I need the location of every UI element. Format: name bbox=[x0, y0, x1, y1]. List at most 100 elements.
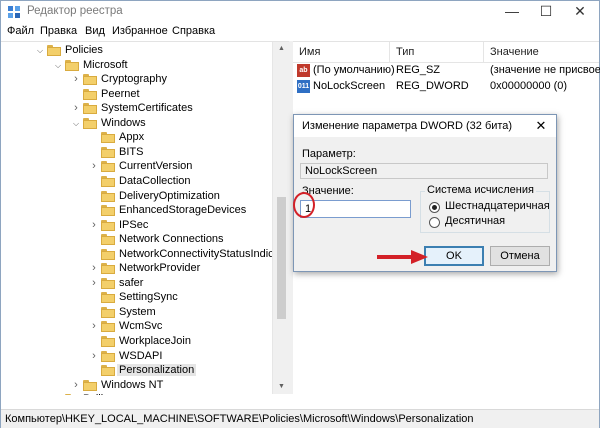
tree-node[interactable]: › Cryptography bbox=[1, 72, 289, 87]
collapse-chevron-icon[interactable]: ⌵ bbox=[53, 58, 63, 73]
dialog-title-bar[interactable]: Изменение параметра DWORD (32 бита) ✕ bbox=[294, 115, 556, 137]
tree-node[interactable]: Peernet bbox=[1, 87, 289, 102]
scroll-up-icon[interactable]: ▲ bbox=[273, 42, 290, 56]
value-input[interactable]: 1 bbox=[300, 200, 411, 218]
tree-node[interactable]: DeliveryOptimization bbox=[1, 189, 289, 204]
tree-node[interactable]: › safer bbox=[1, 276, 289, 291]
tree-node-label: Appx bbox=[119, 131, 145, 144]
folder-icon bbox=[101, 146, 115, 158]
menu-favorites[interactable]: Избранное bbox=[112, 25, 168, 37]
minimize-button[interactable]: — bbox=[497, 1, 527, 23]
tree-node[interactable]: › Psilic bbox=[1, 392, 289, 395]
tree-node[interactable]: ⌵ Windows bbox=[1, 116, 289, 131]
tree-node[interactable]: ⌵ Policies bbox=[1, 43, 289, 58]
tree-node[interactable]: NetworkConnectivityStatusIndicator bbox=[1, 247, 289, 262]
window-title: Редактор реестра bbox=[27, 5, 123, 17]
tree-node[interactable]: Personalization bbox=[1, 363, 289, 378]
registry-tree[interactable]: ⌵ Policies ⌵ Microsoft › Cryptography Peernet ›… bbox=[1, 41, 289, 395]
tree-node-label: Microsoft bbox=[83, 58, 128, 71]
tree-node[interactable]: EnhancedStorageDevices bbox=[1, 203, 289, 218]
folder-icon bbox=[83, 74, 97, 86]
list-header: Имя Тип Значение bbox=[293, 42, 599, 63]
tree-node[interactable]: › WSDAPI bbox=[1, 349, 289, 364]
scroll-thumb[interactable] bbox=[277, 197, 286, 319]
collapse-chevron-icon[interactable]: ⌵ bbox=[71, 116, 81, 131]
menu-edit[interactable]: Правка bbox=[40, 25, 77, 37]
column-divider[interactable] bbox=[483, 42, 484, 62]
folder-icon bbox=[101, 132, 115, 144]
status-bar: Компьютер\HKEY_LOCAL_MACHINE\SOFTWARE\Po… bbox=[1, 409, 599, 428]
tree-node[interactable]: ⌵ Microsoft bbox=[1, 58, 289, 73]
value-data: 0x00000000 (0) bbox=[490, 80, 568, 92]
radio-decimal[interactable] bbox=[429, 217, 440, 228]
column-type-header[interactable]: Тип bbox=[396, 46, 414, 58]
tree-node-label: NetworkProvider bbox=[119, 262, 201, 275]
tree-node[interactable]: BITS bbox=[1, 145, 289, 160]
tree-node[interactable]: System bbox=[1, 305, 289, 320]
tree-node-label: Peernet bbox=[101, 87, 140, 100]
tree-scrollbar[interactable]: ▲ ▼ bbox=[272, 42, 290, 394]
expand-chevron-icon[interactable]: › bbox=[89, 218, 99, 233]
expand-chevron-icon[interactable]: › bbox=[89, 261, 99, 276]
expand-chevron-icon[interactable]: › bbox=[71, 101, 81, 116]
tree-node[interactable]: › CurrentVersion bbox=[1, 159, 289, 174]
title-bar[interactable]: Редактор реестра — ☐ ✕ bbox=[1, 1, 599, 23]
folder-icon bbox=[83, 117, 97, 129]
expand-chevron-icon[interactable]: › bbox=[71, 72, 81, 87]
column-divider[interactable] bbox=[389, 42, 390, 62]
folder-icon bbox=[101, 175, 115, 187]
tree-node[interactable]: › IPSec bbox=[1, 218, 289, 233]
expand-chevron-icon[interactable]: › bbox=[71, 378, 81, 393]
tree-node-label: SettingSync bbox=[119, 291, 178, 304]
dialog-close-button[interactable]: ✕ bbox=[530, 116, 552, 136]
list-row[interactable]: ab (По умолчанию) REG_SZ (значение не пр… bbox=[293, 63, 600, 79]
tree-node-label: DeliveryOptimization bbox=[119, 189, 220, 202]
tree-node-label: CurrentVersion bbox=[119, 160, 193, 173]
scroll-down-icon[interactable]: ▼ bbox=[273, 380, 290, 394]
tree-node[interactable]: DataCollection bbox=[1, 174, 289, 189]
tree-node[interactable]: › NetworkProvider bbox=[1, 261, 289, 276]
tree-node[interactable]: SettingSync bbox=[1, 290, 289, 305]
regedit-app-icon bbox=[8, 6, 20, 18]
radio-hex[interactable] bbox=[429, 202, 440, 213]
tree-node-label: Network Connections bbox=[119, 233, 224, 246]
tree-node-label: EnhancedStorageDevices bbox=[119, 204, 247, 217]
tree-node[interactable]: › SystemCertificates bbox=[1, 101, 289, 116]
red-arrow-annotation bbox=[377, 250, 428, 264]
collapse-chevron-icon[interactable]: ⌵ bbox=[35, 43, 45, 58]
tree-node[interactable]: Network Connections bbox=[1, 232, 289, 247]
tree-node[interactable]: › WcmSvc bbox=[1, 319, 289, 334]
expand-chevron-icon[interactable]: › bbox=[89, 319, 99, 334]
folder-icon bbox=[101, 306, 115, 318]
column-name-header[interactable]: Имя bbox=[299, 46, 320, 58]
tree-node-label: DataCollection bbox=[119, 174, 191, 187]
cancel-button[interactable]: Отмена bbox=[490, 246, 550, 266]
menu-file[interactable]: Файл bbox=[7, 25, 34, 37]
maximize-button[interactable]: ☐ bbox=[531, 1, 561, 23]
expand-chevron-icon[interactable]: › bbox=[89, 159, 99, 174]
menu-help[interactable]: Справка bbox=[172, 25, 215, 37]
close-button[interactable]: ✕ bbox=[565, 1, 595, 23]
expand-chevron-icon[interactable]: › bbox=[53, 392, 63, 395]
tree-node[interactable]: › Windows NT bbox=[1, 378, 289, 393]
folder-icon bbox=[101, 292, 115, 304]
list-row[interactable]: 011 NoLockScreen REG_DWORD 0x00000000 (0… bbox=[293, 79, 599, 95]
tree-node-label: NetworkConnectivityStatusIndicator bbox=[119, 247, 289, 260]
ok-button[interactable]: OK bbox=[424, 246, 484, 266]
tree-node[interactable]: Appx bbox=[1, 130, 289, 145]
radio-decimal-label[interactable]: Десятичная bbox=[445, 215, 505, 227]
param-name-field: NoLockScreen bbox=[300, 163, 548, 179]
folder-icon bbox=[101, 205, 115, 217]
menu-view[interactable]: Вид bbox=[85, 25, 105, 37]
radio-hex-label[interactable]: Шестнадцатеричная bbox=[445, 200, 550, 212]
folder-icon bbox=[101, 248, 115, 260]
column-value-header[interactable]: Значение bbox=[490, 46, 539, 58]
expand-chevron-icon[interactable]: › bbox=[89, 349, 99, 364]
tree-node-label: Policies bbox=[65, 44, 103, 56]
expand-chevron-icon[interactable]: › bbox=[89, 276, 99, 291]
tree-node[interactable]: WorkplaceJoin bbox=[1, 334, 289, 349]
